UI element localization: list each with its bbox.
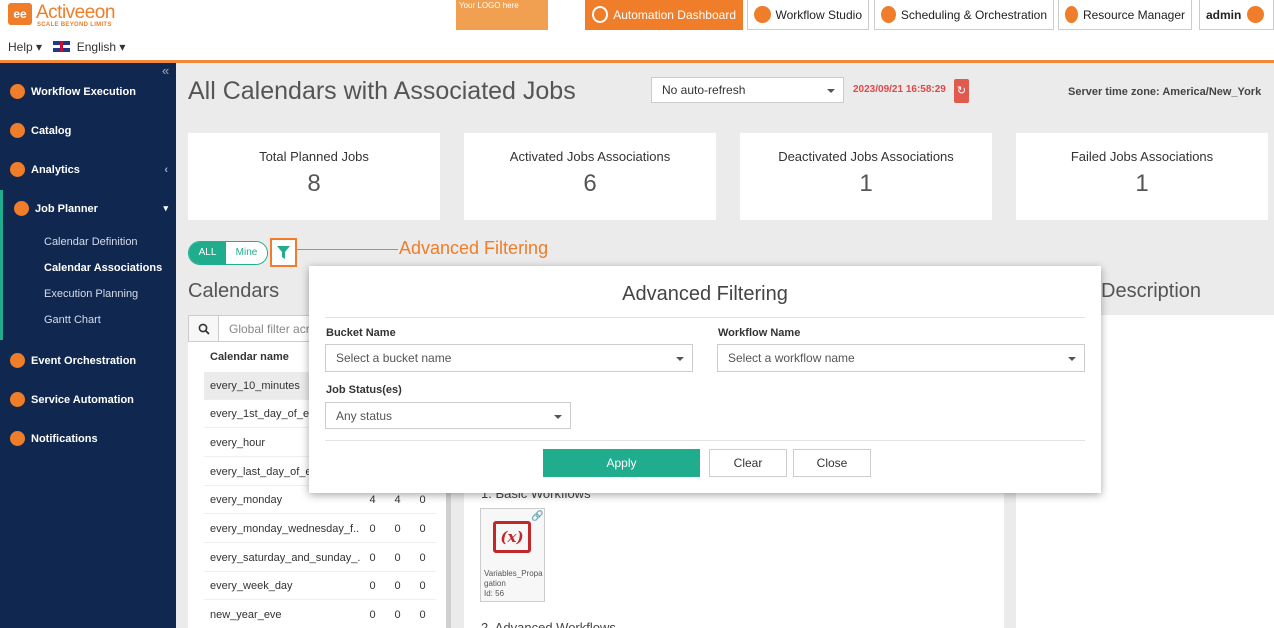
toggle-all[interactable]: ALL	[189, 242, 226, 264]
divider	[325, 440, 1085, 441]
stat-value: 6	[583, 170, 597, 197]
sidebar-item-event-orchestration[interactable]: Event Orchestration	[10, 353, 136, 368]
filter-icon	[277, 245, 290, 259]
workflow-name-label: Workflow Name	[718, 327, 801, 339]
calendars-title: Calendars	[188, 280, 280, 302]
link-icon: 🔗	[531, 511, 544, 522]
sidebar-item-analytics[interactable]: Analytics ‹	[10, 162, 168, 177]
scheduling-icon	[881, 6, 896, 23]
language-menu[interactable]: English ▾	[77, 40, 126, 54]
close-button[interactable]: Close	[793, 449, 871, 477]
sidebar: « Workflow Execution Catalog Analytics ‹ …	[0, 63, 176, 628]
stat-card-deactivated: Deactivated Jobs Associations 1	[740, 133, 992, 220]
workflow-group-advanced: 2. Advanced Workflows	[481, 620, 616, 628]
cloud-icon	[1065, 6, 1078, 23]
clear-button[interactable]: Clear	[709, 449, 787, 477]
stat-label: Activated Jobs Associations	[509, 149, 671, 164]
variables-icon: (x)	[493, 521, 531, 553]
stat-value: 1	[1135, 170, 1149, 197]
chevron-down-icon: ▾	[163, 203, 168, 213]
toggle-mine[interactable]: Mine	[226, 242, 267, 264]
nav-workflow-studio[interactable]: Workflow Studio	[747, 0, 869, 30]
advanced-filtering-modal: Advanced Filtering Bucket Name Select a …	[309, 266, 1101, 493]
workflow-execution-icon	[10, 84, 25, 99]
bucket-name-label: Bucket Name	[326, 327, 396, 339]
job-status-select[interactable]: Any status	[325, 402, 571, 429]
apply-button[interactable]: Apply	[543, 449, 700, 477]
sidebar-sub-execution-planning[interactable]: Execution Planning	[44, 288, 138, 300]
nav-automation-dashboard[interactable]: Automation Dashboard	[585, 0, 743, 30]
stat-value: 1	[859, 170, 873, 197]
nav-resource-manager[interactable]: Resource Manager	[1058, 0, 1192, 30]
custom-logo-placeholder: Your LOGO here	[456, 0, 548, 30]
help-language-row: Help ▾ English ▾	[8, 40, 125, 54]
logout-icon	[1247, 6, 1265, 23]
sidebar-sub-calendar-associations[interactable]: Calendar Associations	[44, 262, 162, 274]
event-orchestration-icon	[10, 353, 25, 368]
logo-tagline: SCALE BEYOND LIMITS	[37, 22, 112, 28]
analytics-icon	[10, 162, 25, 177]
sidebar-sub-calendar-definition[interactable]: Calendar Definition	[44, 236, 138, 248]
sidebar-item-catalog[interactable]: Catalog	[10, 123, 71, 138]
collapse-sidebar-icon[interactable]: «	[162, 63, 169, 78]
nav-scheduling-orchestration[interactable]: Scheduling & Orchestration	[874, 0, 1054, 30]
workflow-name-select[interactable]: Select a workflow name	[717, 344, 1085, 372]
notifications-icon	[10, 431, 25, 446]
sidebar-item-notifications[interactable]: Notifications	[10, 431, 98, 446]
workflow-card-name: Variables_Propagation	[484, 569, 543, 588]
chevron-down-icon	[554, 414, 562, 419]
search-icon	[188, 315, 219, 342]
sidebar-item-service-automation[interactable]: Service Automation	[10, 392, 134, 407]
uk-flag-icon	[53, 41, 71, 52]
catalog-icon	[10, 123, 25, 138]
annotation-line	[297, 249, 398, 250]
ownership-toggle[interactable]: ALL Mine	[188, 241, 268, 265]
workflow-card[interactable]: 🔗 (x) Variables_Propagation Id: 56	[480, 508, 545, 602]
workflow-icon	[754, 6, 771, 23]
server-timezone: Server time zone: America/New_York	[1068, 86, 1262, 98]
active-section-bar	[0, 190, 3, 340]
job-status-label: Job Status(es)	[326, 384, 402, 396]
help-menu[interactable]: Help ▾	[8, 40, 42, 54]
logo-text: Activeeon	[36, 2, 115, 23]
modal-title: Advanced Filtering	[622, 283, 788, 305]
sidebar-item-workflow-execution[interactable]: Workflow Execution	[10, 84, 136, 99]
bucket-name-select[interactable]: Select a bucket name	[325, 344, 693, 372]
description-title: Description	[1101, 280, 1202, 302]
stat-label: Total Planned Jobs	[259, 149, 369, 164]
refresh-icon[interactable]: ↻	[954, 79, 969, 103]
annotation-label: Advanced Filtering	[399, 238, 549, 258]
stat-label: Failed Jobs Associations	[1070, 149, 1214, 164]
service-automation-icon	[10, 392, 25, 407]
stat-value: 8	[307, 170, 321, 197]
sidebar-item-job-planner[interactable]: Job Planner ▾	[14, 201, 168, 216]
chevron-down-icon	[1068, 357, 1076, 361]
stat-card-total-planned: Total Planned Jobs 8	[188, 133, 440, 220]
stat-label: Deactivated Jobs Associations	[778, 149, 954, 164]
chevron-down-icon	[827, 89, 835, 93]
stat-card-failed: Failed Jobs Associations 1	[1016, 133, 1268, 220]
workflow-card-id: Id: 56	[484, 589, 505, 598]
advanced-filter-button[interactable]	[270, 238, 297, 267]
page-title: All Calendars with Associated Jobs	[188, 77, 576, 105]
table-row[interactable]: every_saturday_and_sunday_... 0 0 0	[204, 544, 436, 572]
chevron-left-icon: ‹	[164, 163, 168, 176]
last-refresh-timestamp: 2023/09/21 16:58:29	[853, 84, 946, 95]
column-header-calendar-name[interactable]: Calendar name	[210, 351, 289, 363]
divider	[325, 317, 1085, 318]
auto-refresh-select[interactable]: No auto-refresh	[651, 77, 844, 103]
sidebar-sub-gantt-chart[interactable]: Gantt Chart	[44, 314, 101, 326]
table-row[interactable]: new_year_eve 0 0 0	[204, 601, 436, 628]
table-row[interactable]: every_week_day 0 0 0	[204, 572, 436, 600]
job-planner-icon	[14, 201, 29, 216]
speedometer-icon	[592, 6, 609, 23]
user-menu[interactable]: admin	[1199, 0, 1274, 30]
logo-mark: ee	[8, 3, 32, 25]
stat-card-activated: Activated Jobs Associations 6	[464, 133, 716, 220]
chevron-down-icon	[676, 357, 684, 361]
top-bar: ee Activeeon SCALE BEYOND LIMITS Help ▾ …	[0, 0, 1274, 63]
table-row[interactable]: every_monday_wednesday_f... 0 0 0	[204, 515, 436, 543]
